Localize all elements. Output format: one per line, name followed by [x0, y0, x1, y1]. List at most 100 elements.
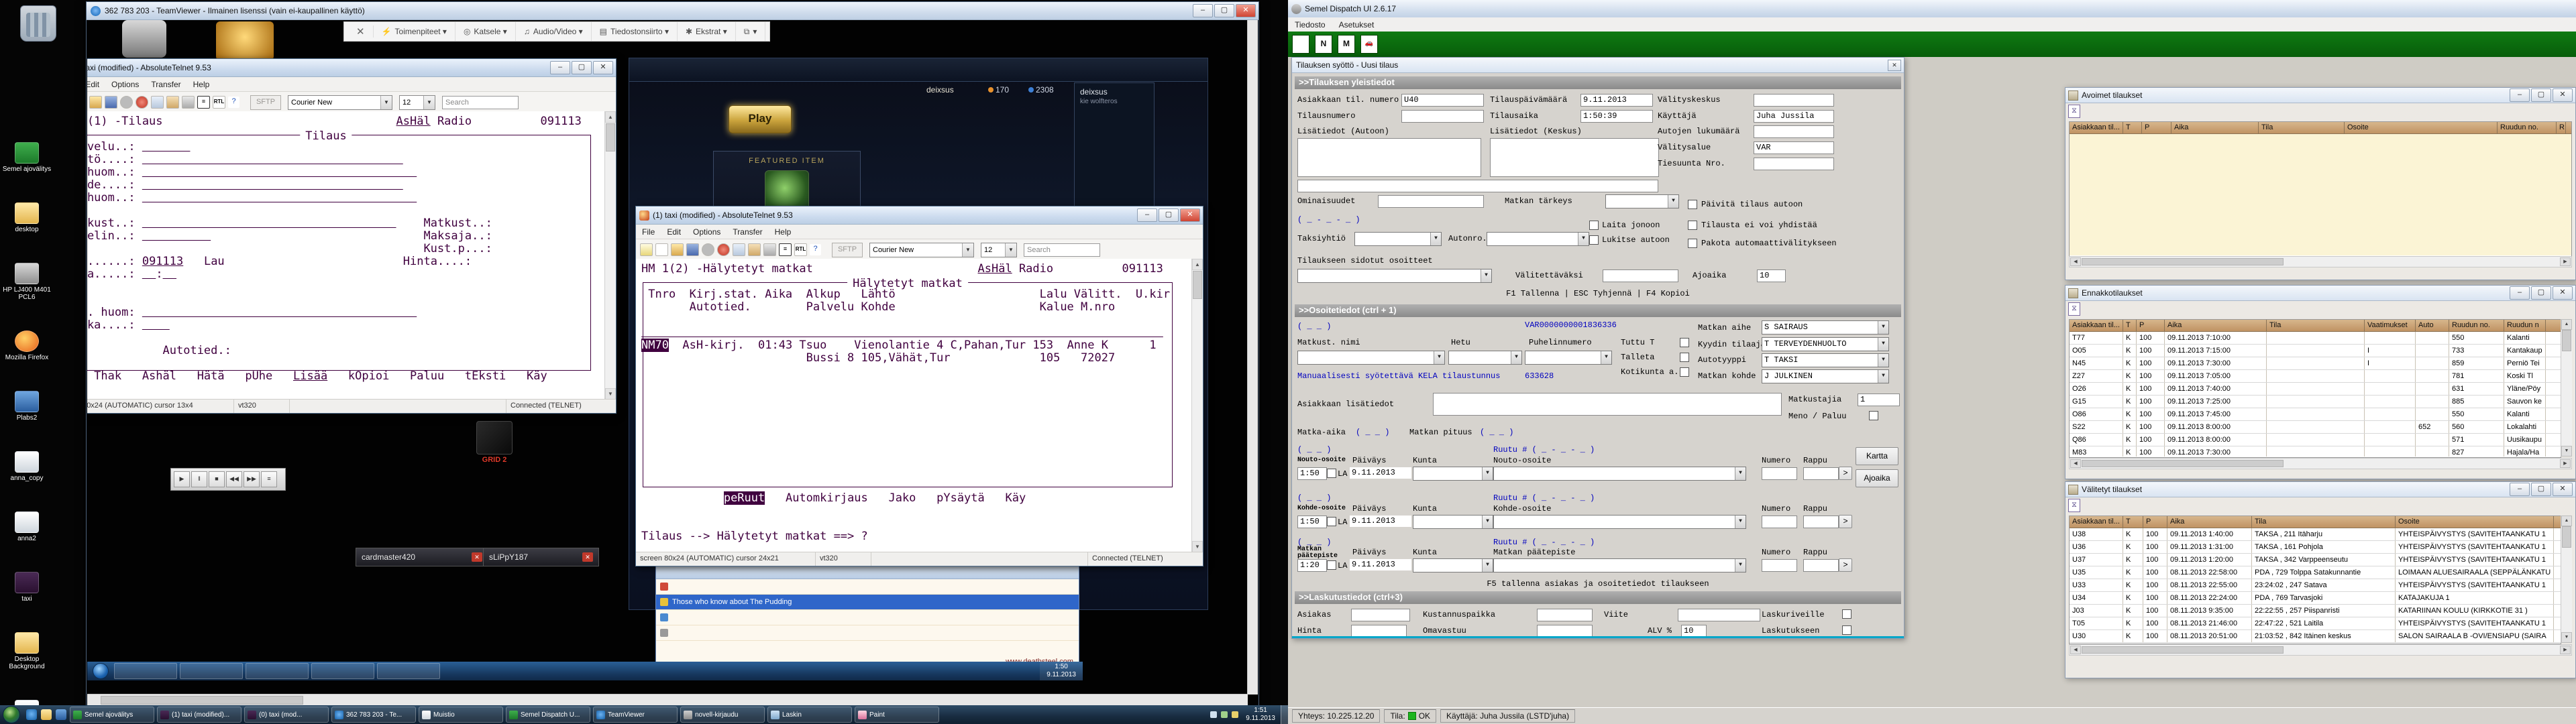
font-size-select[interactable]: 12▼ — [399, 95, 435, 110]
dropdown-autonro[interactable] — [1487, 232, 1589, 246]
input-rappu-1[interactable] — [1803, 467, 1839, 480]
chat-window-slippy187[interactable]: sLiPpY187 ✕ — [483, 548, 599, 566]
checkbox-tilausta-ei[interactable] — [1688, 221, 1697, 230]
input-valitysalue[interactable]: VAR — [1754, 141, 1834, 154]
checkbox-kotikunta[interactable] — [1680, 367, 1689, 377]
table-row[interactable]: O05K10009.11.2013 7:15:00I733Kantakaup — [2070, 345, 2561, 357]
input-time-1[interactable]: 1:50 — [1297, 467, 1327, 480]
table-row[interactable]: T05K10008.11.2013 21:46:0022:47:22 , 521… — [2070, 617, 2561, 630]
new-order-icon[interactable] — [1292, 35, 1309, 54]
sftp-button[interactable]: SFTP — [250, 95, 281, 110]
input-time-3[interactable]: 1:20 — [1297, 559, 1327, 572]
dropdown-kunta-1[interactable] — [1413, 467, 1493, 481]
filter-hourglass-icon[interactable]: ⧖ — [2068, 105, 2080, 118]
input-ominaisuudet[interactable] — [1378, 195, 1484, 208]
semel-titlebar[interactable]: Semel Dispatch UI 2.6.17 — [1288, 0, 2576, 18]
combo-kohde-osoite[interactable] — [1493, 515, 1746, 529]
taskbar-button[interactable]: 362 783 203 - Te... — [331, 707, 416, 723]
checkbox-talleta[interactable] — [1680, 353, 1689, 362]
chat-user[interactable]: deixsus — [1075, 83, 1154, 98]
section-yleistiedot[interactable]: >>Tilauksen yleistiedot — [1295, 76, 1901, 89]
column-header[interactable]: P — [2142, 122, 2171, 133]
scroll-up-icon[interactable]: ▲ — [1192, 259, 1203, 270]
table-row[interactable]: T77K10009.11.2013 7:10:00550Kalanti — [2070, 332, 2561, 345]
input-date-1[interactable]: 9.11.2013 — [1350, 467, 1411, 479]
table-row[interactable]: U35K10008.11.2013 22:58:00PDA , 729 Tolp… — [2070, 566, 2561, 579]
m-tool-icon[interactable]: M — [1338, 35, 1355, 54]
taskbar-button[interactable]: novell-kirjaudu — [680, 707, 765, 723]
menu-item[interactable]: Help — [187, 80, 216, 89]
textarea-lisatiedot-autoon[interactable] — [1297, 138, 1481, 177]
paste-icon[interactable] — [166, 96, 179, 109]
input-valitettavaksi[interactable] — [1603, 269, 1678, 282]
column-header[interactable]: Tila — [2259, 122, 2345, 133]
combo-paatepiste[interactable] — [1493, 558, 1746, 572]
dropdown-puhelin[interactable] — [1525, 351, 1612, 365]
table-row[interactable]: O26K10009.11.2013 7:40:00631Yläne/Pöy — [2070, 383, 2561, 396]
taskbar-clock[interactable]: 1:519.11.2013 — [1246, 707, 1275, 723]
ennakko-titlebar[interactable]: Ennakkotilaukset – ▢ ✕ — [2065, 286, 2575, 301]
close-button[interactable]: ✕ — [2553, 286, 2573, 300]
column-header[interactable]: Auto — [2416, 320, 2449, 331]
maximize-button[interactable]: ▢ — [2531, 88, 2551, 102]
taskbar-button[interactable]: (1) taxi (modified)... — [157, 707, 241, 723]
grid2-shortcut[interactable]: GRID 2 — [471, 421, 518, 464]
input-asiakas[interactable] — [1351, 609, 1410, 621]
desktop-icon[interactable]: anna2 — [1, 511, 52, 542]
filter-hourglass-icon[interactable]: ⧖ — [2068, 499, 2080, 512]
gold-ornament-icon[interactable] — [216, 21, 274, 60]
disconnect-icon[interactable] — [136, 96, 148, 109]
maximize-button[interactable]: ▢ — [572, 61, 592, 74]
dropdown-matkust-nimi[interactable] — [1297, 351, 1445, 365]
input-valityskeskus[interactable] — [1754, 94, 1834, 107]
search-input[interactable]: Search — [442, 96, 519, 109]
dropdown-autotyyppi[interactable]: T TAKSI — [1762, 353, 1889, 367]
dropdown-matkan-kohde[interactable]: J JULKINEN — [1762, 369, 1889, 383]
minimize-button[interactable]: – — [1193, 4, 1213, 17]
maximize-button[interactable]: ▢ — [2531, 286, 2551, 300]
copy-icon[interactable] — [733, 243, 745, 256]
telnet1-terminal[interactable]: Tilaus TI 1(1) -Tilaus AsHäl Radio 09111… — [87, 111, 616, 400]
desktop-icon[interactable]: HP LJ400 M401 PCL6 — [1, 263, 52, 301]
column-header[interactable]: P — [2143, 516, 2167, 528]
taskbar-button[interactable]: TeamViewer — [593, 707, 678, 723]
section-laskutustiedot[interactable]: >>Laskutustiedot (ctrl+3) — [1295, 591, 1901, 604]
media-button[interactable]: ◀◀ — [226, 471, 242, 487]
menu-item[interactable]: Help — [769, 227, 798, 237]
expand-button-1[interactable]: > — [1839, 467, 1852, 480]
table-row[interactable]: G15K10009.11.2013 7:25:00885Sauvon ke — [2070, 396, 2561, 408]
menu-item[interactable]: Options — [105, 80, 145, 89]
new-icon[interactable] — [640, 243, 653, 256]
input-viite[interactable] — [1678, 609, 1760, 621]
teamviewer-toolbar-item[interactable]: ◎Katsele ▾ — [455, 22, 516, 41]
valitetyt-table[interactable]: Asiakkaan til...TPAikaTilaOsoiteU38K1000… — [2069, 516, 2561, 644]
teamviewer-toolbar-item[interactable]: ♫Audio/Video ▾ — [516, 22, 592, 41]
checkbox-date-3[interactable] — [1327, 560, 1336, 570]
table-row[interactable]: U33K10008.11.2013 22:55:0023:24:02 , 247… — [2070, 579, 2561, 592]
minimize-button[interactable]: – — [2510, 483, 2530, 496]
table-row[interactable]: O86K10009.11.2013 7:45:00550Kalanti — [2070, 408, 2561, 421]
checkbox-date-2[interactable] — [1327, 517, 1336, 526]
dropdown-kunta-2[interactable] — [1413, 515, 1493, 529]
table-row[interactable]: U38K10009.11.2013 1:40:00TAKSA , 211 Itä… — [2070, 528, 2561, 541]
teamviewer-toolbar-item[interactable]: ✱Ekstrat ▾ — [678, 22, 736, 41]
table-row[interactable]: S22K10009.11.2013 8:00:00652560Lokalahti — [2070, 421, 2561, 434]
remote-task-button[interactable] — [114, 663, 177, 679]
input-asiakkaan-lisatiedot[interactable] — [1433, 393, 1782, 416]
column-header[interactable]: Ruudun no. — [2449, 320, 2504, 331]
close-button[interactable]: ✕ — [593, 61, 613, 74]
scroll-up-icon[interactable]: ▲ — [605, 111, 616, 123]
save-icon[interactable] — [105, 96, 117, 109]
dropdown-taksiyhtio[interactable] — [1354, 232, 1442, 246]
dropdown-kyydin[interactable]: T TERVEYDENHUOLTO — [1762, 337, 1889, 351]
close-icon[interactable]: ✕ — [582, 552, 593, 562]
column-header[interactable]: Vaatimukset — [2365, 320, 2416, 331]
media-button[interactable]: ▶ — [174, 471, 190, 487]
column-header[interactable]: Tila — [2252, 516, 2396, 528]
table-row[interactable]: Z27K10009.11.2013 7:05:00781Koski Tl — [2070, 370, 2561, 383]
search-input[interactable]: Search — [1024, 243, 1100, 257]
avoimet-titlebar[interactable]: Avoimet tilaukset – ▢ ✕ — [2065, 88, 2575, 103]
connect-icon[interactable] — [120, 96, 133, 109]
column-header[interactable]: P — [2137, 320, 2165, 331]
telnet2-terminal[interactable]: Hälytetyt matkat HM 1(2) -Hälytetyt matk… — [636, 259, 1203, 552]
